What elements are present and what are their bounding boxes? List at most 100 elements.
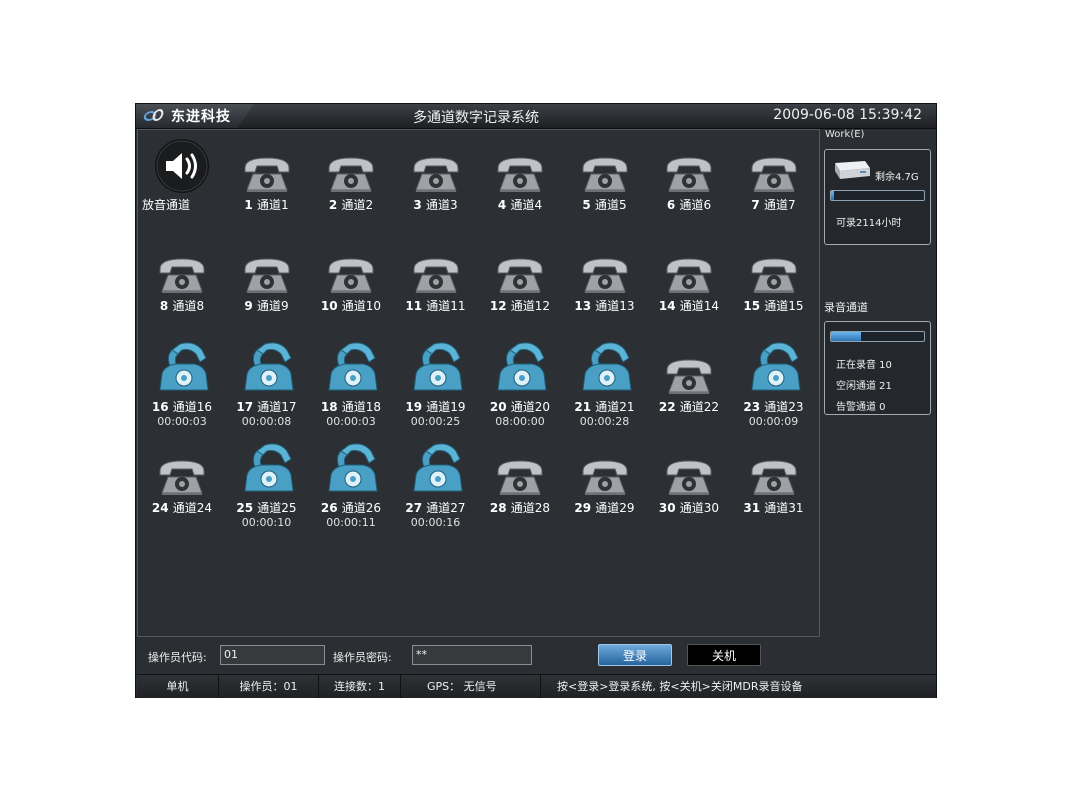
- disk-usage-fill: [831, 191, 834, 200]
- channel-number: 22: [658, 400, 680, 414]
- channel-name: 通道2: [341, 198, 374, 212]
- channel-label: 13 通道13: [563, 297, 647, 314]
- channel-number: 10: [320, 299, 342, 313]
- status-gps: GPS： 无信号: [401, 675, 541, 698]
- channel-name: 通道12: [510, 299, 551, 313]
- channel-label: 14 通道14: [647, 297, 731, 314]
- channel-name: 通道11: [426, 299, 466, 313]
- channel-name: 通道22: [679, 400, 720, 414]
- channel-label: 7 通道7: [732, 196, 816, 213]
- disk-drive-icon: [829, 159, 871, 185]
- channel-label: 19 通道19: [394, 398, 478, 415]
- channel-number: 6: [666, 198, 680, 212]
- channel-name: 通道24: [172, 501, 213, 515]
- channel-18[interactable]: 18 通道18 00:00:03: [309, 338, 393, 428]
- phone-active-icon: [406, 338, 466, 396]
- channel-label: 21 通道21: [563, 398, 647, 415]
- channel-label: 16 通道16: [140, 398, 224, 415]
- phone-idle-icon: [744, 439, 804, 497]
- channel-11[interactable]: 11 通道11: [394, 237, 478, 327]
- playback-channel[interactable]: 放音通道: [140, 136, 224, 226]
- channel-label: 23 通道23: [732, 398, 816, 415]
- channel-label: 26 通道26: [309, 499, 393, 516]
- channel-duration: 00:00:09: [748, 415, 799, 428]
- recording-bar: [830, 331, 925, 342]
- channel-6[interactable]: 6 通道6: [647, 136, 731, 226]
- channel-17[interactable]: 17 通道17 00:00:08: [225, 338, 309, 428]
- status-mode: 单机: [137, 675, 219, 698]
- phone-idle-icon: [744, 237, 804, 295]
- channel-25[interactable]: 25 通道25 00:00:10: [225, 439, 309, 529]
- channel-label: 15 通道15: [732, 297, 816, 314]
- channel-duration: 00:00:16: [410, 516, 461, 529]
- channel-29[interactable]: 29 通道29: [563, 439, 647, 529]
- channel-label: 18 通道18: [309, 398, 393, 415]
- operator-password-input[interactable]: **: [412, 645, 532, 665]
- channel-10[interactable]: 10 通道10: [309, 237, 393, 327]
- channel-number: 18: [320, 400, 342, 414]
- phone-active-icon: [490, 338, 550, 396]
- channel-5[interactable]: 5 通道5: [563, 136, 647, 226]
- operator-code-input[interactable]: 01: [220, 645, 325, 665]
- phone-idle-icon: [237, 136, 297, 194]
- channel-1[interactable]: 1 通道1: [225, 136, 309, 226]
- phone-active-icon: [575, 338, 635, 396]
- channel-name: 通道30: [679, 501, 720, 515]
- channel-duration: 00:00:10: [241, 516, 292, 529]
- channel-13[interactable]: 13 通道13: [563, 237, 647, 327]
- channel-number: 21: [574, 400, 596, 414]
- channel-name: 通道16: [172, 400, 213, 414]
- channel-number: 19: [405, 400, 427, 414]
- channel-24[interactable]: 24 通道24: [140, 439, 224, 529]
- channel-28[interactable]: 28 通道28: [478, 439, 562, 529]
- channel-26[interactable]: 26 通道26 00:00:11: [309, 439, 393, 529]
- main-window: 东进科技 多通道数字记录系统 2009-06-08 15:39:42 放音通道 …: [135, 103, 937, 698]
- channel-8[interactable]: 8 通道8: [140, 237, 224, 327]
- channel-15[interactable]: 15 通道15: [732, 237, 816, 327]
- channel-label: 4 通道4: [478, 196, 562, 213]
- channel-name: 通道14: [679, 299, 720, 313]
- disk-usage-bar: [830, 190, 925, 201]
- channel-27[interactable]: 27 通道27 00:00:16: [394, 439, 478, 529]
- playback-label: 放音通道: [142, 198, 191, 212]
- phone-idle-icon: [490, 136, 550, 194]
- channel-16[interactable]: 16 通道16 00:00:03: [140, 338, 224, 428]
- phone-idle-icon: [152, 237, 212, 295]
- channel-label: 5 通道5: [563, 196, 647, 213]
- phone-idle-icon: [575, 237, 635, 295]
- channel-22[interactable]: 22 通道22: [647, 338, 731, 428]
- channel-number: 4: [497, 198, 511, 212]
- disk-remaining: 剩余4.7G: [875, 172, 919, 183]
- channel-2[interactable]: 2 通道2: [309, 136, 393, 226]
- channel-3[interactable]: 3 通道3: [394, 136, 478, 226]
- channel-name: 通道19: [426, 400, 466, 414]
- channel-label: 27 通道27: [394, 499, 478, 516]
- channel-12[interactable]: 12 通道12: [478, 237, 562, 327]
- channel-20[interactable]: 20 通道20 08:00:00: [478, 338, 562, 428]
- channel-label: 31 通道31: [732, 499, 816, 516]
- status-hint: 按<登录>登录系统, 按<关机>关闭MDR录音设备: [557, 680, 803, 693]
- channel-4[interactable]: 4 通道4: [478, 136, 562, 226]
- channel-number: 1: [244, 198, 257, 212]
- channel-number: 17: [236, 400, 258, 414]
- channel-number: 5: [582, 198, 595, 212]
- channel-label: 2 通道2: [309, 196, 393, 213]
- channel-30[interactable]: 30 通道30: [647, 439, 731, 529]
- channel-duration: 00:00:28: [579, 415, 630, 428]
- channel-21[interactable]: 21 通道21 00:00:28: [563, 338, 647, 428]
- channel-7[interactable]: 7 通道7: [732, 136, 816, 226]
- shutdown-button[interactable]: 关机: [687, 644, 761, 666]
- channel-31[interactable]: 31 通道31: [732, 439, 816, 529]
- channel-label: 24 通道24: [140, 499, 224, 516]
- channel-name: 通道25: [257, 501, 297, 515]
- login-button[interactable]: 登录: [598, 644, 672, 666]
- recording-bar-fill: [831, 332, 861, 341]
- channel-14[interactable]: 14 通道14: [647, 237, 731, 327]
- channel-name: 通道28: [510, 501, 551, 515]
- channel-19[interactable]: 19 通道19 00:00:25: [394, 338, 478, 428]
- phone-idle-icon: [237, 237, 297, 295]
- channel-name: 通道17: [257, 400, 297, 414]
- recording-title: 录音通道: [824, 301, 868, 314]
- channel-9[interactable]: 9 通道9: [225, 237, 309, 327]
- channel-23[interactable]: 23 通道23 00:00:09: [732, 338, 816, 428]
